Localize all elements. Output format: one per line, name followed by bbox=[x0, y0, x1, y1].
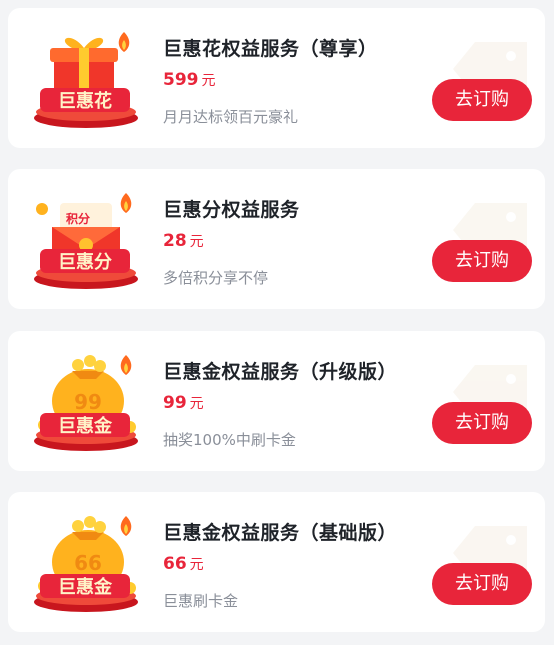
service-card[interactable]: 积分 巨惠分 巨惠分权益服务 28 元 多倍积分享不停 去订购 bbox=[8, 169, 545, 309]
money-bag-icon: 66 巨惠金 bbox=[34, 516, 138, 612]
service-title: 巨惠花权益服务（尊享） bbox=[163, 38, 378, 60]
price-value: 66 bbox=[163, 554, 187, 574]
service-title: 巨惠分权益服务 bbox=[163, 199, 300, 221]
price-unit: 元 bbox=[189, 234, 204, 250]
service-price: 66 元 bbox=[163, 554, 204, 574]
money-bag-icon: 99 巨惠金 bbox=[34, 355, 138, 451]
order-button[interactable]: 去订购 bbox=[432, 240, 532, 282]
service-desc: 巨惠刷卡金 bbox=[163, 592, 239, 610]
service-price: 599 元 bbox=[163, 70, 216, 90]
price-value: 99 bbox=[163, 393, 187, 413]
thumb-badge-text: 巨惠花 bbox=[58, 90, 112, 112]
price-unit: 元 bbox=[201, 73, 216, 89]
thumb-top-text: 99 bbox=[74, 390, 102, 414]
price-value: 28 bbox=[163, 231, 187, 251]
points-envelope-icon: 积分 巨惠分 bbox=[34, 193, 138, 289]
thumb-top-text: 积分 bbox=[66, 211, 90, 226]
thumb-top-text: 66 bbox=[74, 551, 102, 575]
service-price: 28 元 bbox=[163, 231, 204, 251]
price-value: 599 bbox=[163, 70, 199, 90]
thumb-badge-text: 巨惠金 bbox=[58, 415, 113, 437]
price-unit: 元 bbox=[189, 396, 204, 412]
service-title: 巨惠金权益服务（升级版） bbox=[163, 361, 398, 383]
order-button[interactable]: 去订购 bbox=[432, 79, 532, 121]
service-card[interactable]: 巨惠花 巨惠花权益服务（尊享） 599 元 月月达标领百元豪礼 去订购 bbox=[8, 8, 545, 148]
service-desc: 月月达标领百元豪礼 bbox=[163, 108, 299, 126]
service-card[interactable]: 99 巨惠金 巨惠金权益服务（升级版） 99 元 抽奖100%中刷卡金 去订购 bbox=[8, 331, 545, 471]
service-desc: 抽奖100%中刷卡金 bbox=[163, 431, 296, 449]
thumb-badge-text: 巨惠金 bbox=[58, 576, 113, 598]
thumb-badge-text: 巨惠分 bbox=[58, 252, 112, 273]
service-card[interactable]: 66 巨惠金 巨惠金权益服务（基础版） 66 元 巨惠刷卡金 去订购 bbox=[8, 492, 545, 632]
service-desc: 多倍积分享不停 bbox=[163, 269, 269, 287]
service-price: 99 元 bbox=[163, 393, 204, 413]
service-title: 巨惠金权益服务（基础版） bbox=[163, 522, 398, 544]
service-list: 巨惠花 巨惠花权益服务（尊享） 599 元 月月达标领百元豪礼 去订购 积分 巨惠… bbox=[0, 0, 554, 645]
order-button[interactable]: 去订购 bbox=[432, 402, 532, 444]
order-button[interactable]: 去订购 bbox=[432, 563, 532, 605]
price-unit: 元 bbox=[189, 557, 204, 573]
gift-box-icon: 巨惠花 bbox=[34, 32, 138, 128]
